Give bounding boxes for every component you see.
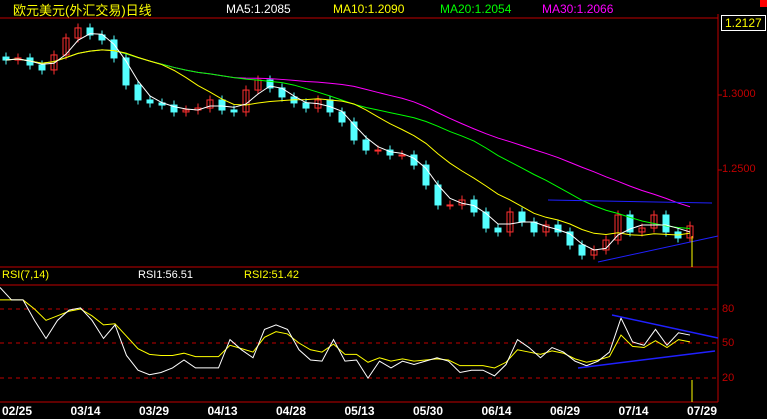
date-tick: 07/14 — [618, 404, 649, 418]
candle-body — [398, 154, 406, 157]
date-tick: 06/14 — [481, 404, 512, 418]
rsi-name-label: RSI(7,14) — [2, 269, 50, 281]
candle-body — [146, 99, 154, 104]
date-tick: 04/28 — [276, 404, 307, 418]
candle-body — [494, 227, 502, 233]
rsi-tick: 20 — [722, 372, 735, 384]
date-tick: 07/29 — [687, 404, 718, 418]
date-tick: 05/30 — [413, 404, 444, 418]
candle-body — [38, 64, 46, 71]
rsi-trendline — [611, 314, 719, 339]
candle-body — [122, 57, 130, 86]
rsi-tick: 80 — [722, 303, 735, 315]
chart-canvas[interactable] — [0, 0, 767, 419]
candle-body — [662, 214, 670, 233]
rsi-tick: 50 — [722, 337, 735, 349]
candle-body — [374, 149, 382, 152]
ma30-label: MA30:1.2066 — [542, 2, 614, 16]
ma5-label: MA5:1.2085 — [226, 2, 291, 16]
candle-body — [230, 109, 238, 113]
price-tick: 1.2500 — [722, 163, 756, 175]
candle-body — [134, 84, 142, 101]
trendline — [547, 199, 713, 204]
date-tick: 03/29 — [139, 404, 170, 418]
ma10-line — [5, 49, 691, 236]
date-tick: 03/14 — [70, 404, 101, 418]
candle-body — [446, 204, 454, 207]
current-price-label: 1.2127 — [721, 15, 766, 31]
rsi1-line — [0, 287, 691, 380]
rsi1-label: RSI1:56.51 — [138, 269, 194, 281]
ma10-label: MA10:1.2090 — [333, 2, 405, 16]
ma20-line — [5, 49, 691, 230]
date-tick: 05/13 — [344, 404, 375, 418]
candle-body — [218, 99, 226, 111]
date-tick: 02/25 — [2, 404, 33, 418]
price-tick: 1.3000 — [722, 88, 756, 100]
candle-body — [578, 244, 586, 256]
forex-chart-window: 欧元美元(外汇交易)日线 MA5:1.2085 MA10:1.2090 MA20… — [0, 0, 767, 419]
candle-body — [482, 211, 490, 229]
candle-body — [362, 139, 370, 151]
rsi2-line — [0, 299, 691, 369]
candle-body — [518, 211, 526, 223]
ma20-label: MA20:1.2054 — [440, 2, 512, 16]
candle-body — [302, 102, 310, 109]
ma5-line — [5, 33, 691, 251]
candle-body — [530, 221, 538, 233]
date-tick: 06/29 — [550, 404, 581, 418]
date-tick: 04/13 — [207, 404, 238, 418]
ma30-line — [5, 49, 691, 208]
corner-marker — [760, 0, 767, 7]
rsi2-label: RSI2:51.42 — [244, 269, 300, 281]
chart-title: 欧元美元(外汇交易)日线 — [13, 3, 152, 18]
